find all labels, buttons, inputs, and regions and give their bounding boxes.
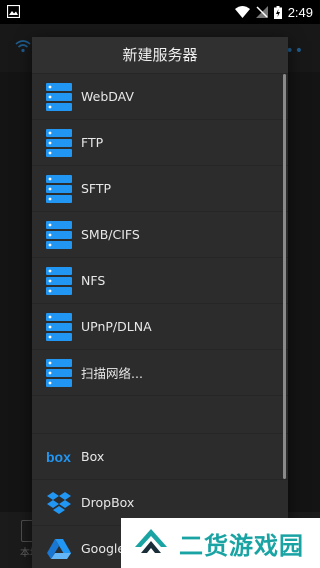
server-type-list: WebDAV FTP SFTP SMB/CIFS NFS UPnP/DLNA 扫… bbox=[32, 74, 288, 568]
server-icon bbox=[46, 266, 72, 295]
option-label: Box bbox=[81, 449, 105, 464]
option-scan-network[interactable]: 扫描网络... bbox=[32, 350, 288, 396]
option-label: 扫描网络... bbox=[81, 366, 143, 381]
option-label: Google bbox=[81, 541, 126, 556]
server-icon bbox=[46, 220, 72, 249]
server-icon bbox=[46, 128, 72, 157]
no-sim-icon bbox=[255, 6, 268, 18]
server-icon bbox=[46, 82, 72, 111]
status-bar: 2:49 bbox=[0, 0, 320, 24]
dropbox-icon bbox=[47, 491, 71, 514]
option-label: WebDAV bbox=[81, 89, 134, 104]
option-label: NFS bbox=[81, 273, 106, 288]
server-icon bbox=[46, 174, 72, 203]
option-box[interactable]: box Box bbox=[32, 434, 288, 480]
option-webdav[interactable]: WebDAV bbox=[32, 74, 288, 120]
server-icon bbox=[46, 312, 72, 341]
wifi-signal-icon bbox=[234, 6, 250, 18]
list-spacer bbox=[32, 396, 288, 434]
battery-charging-icon bbox=[273, 5, 282, 19]
dialog-scrollbar[interactable] bbox=[283, 74, 286, 479]
image-notification-icon bbox=[7, 5, 20, 18]
watermark-logo-icon bbox=[135, 529, 167, 553]
option-label: DropBox bbox=[81, 495, 135, 510]
option-upnp-dlna[interactable]: UPnP/DLNA bbox=[32, 304, 288, 350]
option-label: FTP bbox=[81, 135, 104, 150]
option-nfs[interactable]: NFS bbox=[32, 258, 288, 304]
option-smb-cifs[interactable]: SMB/CIFS bbox=[32, 212, 288, 258]
option-ftp[interactable]: FTP bbox=[32, 120, 288, 166]
option-label: SMB/CIFS bbox=[81, 227, 140, 242]
dialog-title: 新建服务器 bbox=[32, 37, 288, 74]
google-drive-icon bbox=[47, 538, 71, 559]
watermark: 二货游戏园 bbox=[121, 518, 320, 568]
new-server-dialog: 新建服务器 WebDAV FTP SFTP SMB/CIFS NFS UPnP/… bbox=[32, 37, 288, 568]
option-label: SFTP bbox=[81, 181, 112, 196]
svg-text:box: box bbox=[46, 449, 71, 465]
clock: 2:49 bbox=[287, 4, 313, 20]
watermark-text: 二货游戏园 bbox=[179, 531, 304, 560]
option-sftp[interactable]: SFTP bbox=[32, 166, 288, 212]
server-icon bbox=[46, 358, 72, 387]
option-label: UPnP/DLNA bbox=[81, 319, 152, 334]
box-logo-icon: box bbox=[46, 449, 71, 465]
